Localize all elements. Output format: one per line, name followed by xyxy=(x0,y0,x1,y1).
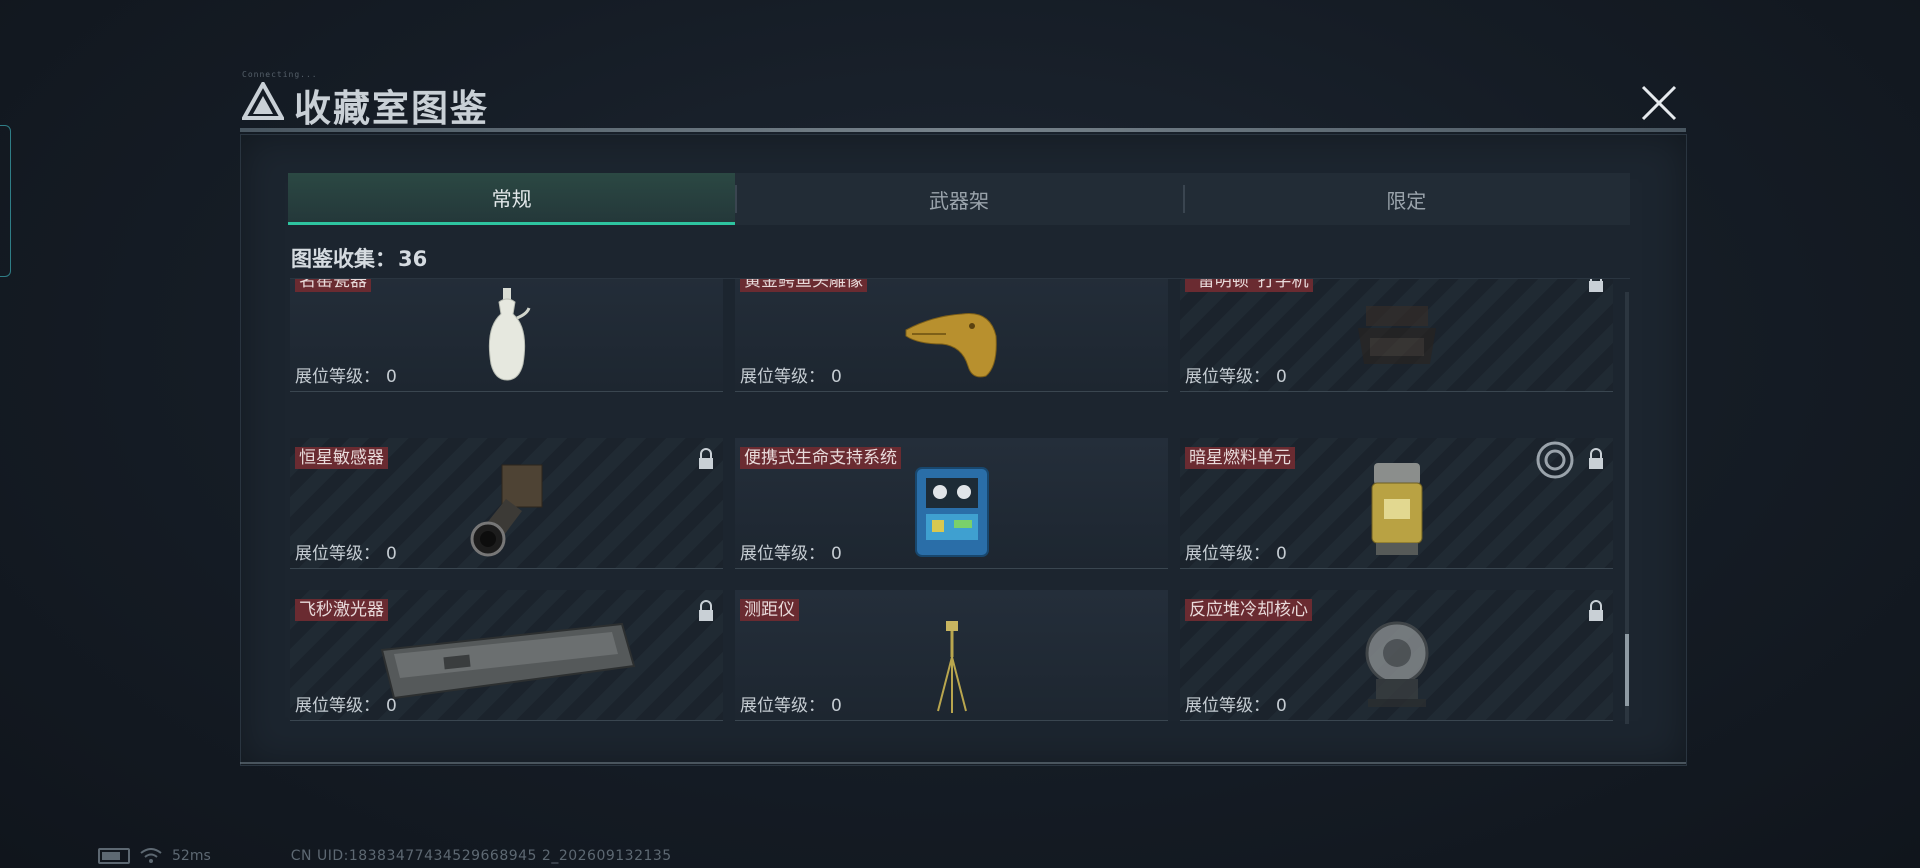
ping-text: 52ms xyxy=(172,848,211,864)
level-label: 展位等级： xyxy=(295,696,380,716)
level-label: 展位等级： xyxy=(1185,544,1270,564)
item-card-star-sensor[interactable]: 恒星敏感器 展位等级： 0 xyxy=(290,438,723,569)
lock-icon xyxy=(1589,448,1603,469)
item-grid[interactable]: 名窑瓷器 展位等级： 0 黄金鳄鱼头雕像 展位等级： 0 “雷明顿”打字机 展位等级… xyxy=(290,278,1630,731)
tab-regular[interactable]: 常规 xyxy=(288,173,736,225)
battery-icon xyxy=(98,848,130,864)
level-value: 0 xyxy=(1276,367,1287,387)
item-card-rangefinder[interactable]: 测距仪 展位等级： 0 xyxy=(735,590,1168,721)
item-level: 展位等级： 0 xyxy=(1185,539,1287,564)
target-icon[interactable] xyxy=(1535,440,1575,480)
collection-label: 图鉴收集： xyxy=(291,247,396,271)
item-level: 展位等级： 0 xyxy=(295,539,397,564)
level-label: 展位等级： xyxy=(740,544,825,564)
collection-value: 36 xyxy=(398,247,428,271)
reactor-core-icon xyxy=(1365,621,1428,707)
item-name: 恒星敏感器 xyxy=(295,447,388,469)
level-value: 0 xyxy=(831,544,842,564)
level-label: 展位等级： xyxy=(295,544,380,564)
item-name: 暗星燃料单元 xyxy=(1185,447,1295,469)
item-name: 测距仪 xyxy=(740,599,799,621)
item-card-reactor-core[interactable]: 反应堆冷却核心 展位等级： 0 xyxy=(1180,590,1613,721)
lock-icon xyxy=(699,600,713,621)
level-value: 0 xyxy=(386,544,397,564)
item-name: 黄金鳄鱼头雕像 xyxy=(740,279,867,292)
level-label: 展位等级： xyxy=(295,367,380,387)
item-level: 展位等级： 0 xyxy=(740,691,842,716)
close-icon[interactable] xyxy=(1638,82,1680,124)
scrollbar-thumb[interactable] xyxy=(1625,634,1629,706)
lock-icon xyxy=(699,448,713,469)
item-name: 名窑瓷器 xyxy=(295,279,371,292)
item-card-fuel-cell[interactable]: 暗星燃料单元 展位等级： 0 xyxy=(1180,438,1613,569)
uid-text: CN UID:18383477434529668945 2_2026091321… xyxy=(290,848,672,864)
level-value: 0 xyxy=(386,696,397,716)
fuel-cell-icon xyxy=(1371,463,1422,555)
item-card-life-support[interactable]: 便携式生命支持系统 展位等级： 0 xyxy=(735,438,1168,569)
item-level: 展位等级： 0 xyxy=(295,362,397,387)
item-card-porcelain[interactable]: 名窑瓷器 展位等级： 0 xyxy=(290,279,723,392)
typewriter-icon xyxy=(1357,306,1436,364)
collection-count: 图鉴收集：36 xyxy=(289,243,427,273)
item-level: 展位等级： 0 xyxy=(740,362,842,387)
item-card-typewriter[interactable]: “雷明顿”打字机 展位等级： 0 xyxy=(1180,279,1613,392)
item-level: 展位等级： 0 xyxy=(1185,691,1287,716)
level-value: 0 xyxy=(831,367,842,387)
item-card-femtosecond-laser[interactable]: 飞秒激光器 展位等级： 0 xyxy=(290,590,723,721)
status-bar: 52ms CN UID:18383477434529668945 2_20260… xyxy=(98,848,672,864)
header-divider xyxy=(240,128,1686,132)
item-level: 展位等级： 0 xyxy=(1185,362,1287,387)
lock-icon xyxy=(1589,600,1603,621)
level-value: 0 xyxy=(831,696,842,716)
level-label: 展位等级： xyxy=(740,696,825,716)
item-card-golden-crocodile[interactable]: 黄金鳄鱼头雕像 展位等级： 0 xyxy=(735,279,1168,392)
wifi-icon xyxy=(140,848,162,863)
tab-bar: 常规 武器架 限定 xyxy=(288,173,1630,225)
page-title: 收藏室图鉴 xyxy=(294,87,489,130)
life-support-system-icon xyxy=(914,467,989,557)
level-label: 展位等级： xyxy=(740,367,825,387)
window-header: Connecting... 收藏室图鉴 xyxy=(238,70,1688,132)
level-label: 展位等级： xyxy=(1185,696,1270,716)
item-name: 反应堆冷却核心 xyxy=(1185,599,1312,621)
lock-icon xyxy=(1589,279,1603,292)
level-label: 展位等级： xyxy=(1185,367,1270,387)
panel-bottom-line xyxy=(240,762,1686,764)
tab-limited[interactable]: 限定 xyxy=(1182,173,1630,225)
level-value: 0 xyxy=(386,367,397,387)
logo-icon xyxy=(242,82,284,120)
laser-box-icon xyxy=(380,622,635,700)
item-level: 展位等级： 0 xyxy=(740,539,842,564)
golden-crocodile-head-icon xyxy=(905,312,997,378)
left-edge-tab[interactable] xyxy=(0,125,11,277)
item-name: “雷明顿”打字机 xyxy=(1185,279,1313,292)
star-sensor-icon xyxy=(470,464,542,557)
tab-weapon-rack[interactable]: 武器架 xyxy=(735,173,1182,225)
rangefinder-tripod-icon xyxy=(936,621,967,713)
item-name: 便携式生命支持系统 xyxy=(740,447,901,469)
item-level: 展位等级： 0 xyxy=(295,691,397,716)
porcelain-vase-icon xyxy=(488,288,530,381)
level-value: 0 xyxy=(1276,696,1287,716)
grid-scrollbar[interactable] xyxy=(1625,292,1629,724)
level-value: 0 xyxy=(1276,544,1287,564)
